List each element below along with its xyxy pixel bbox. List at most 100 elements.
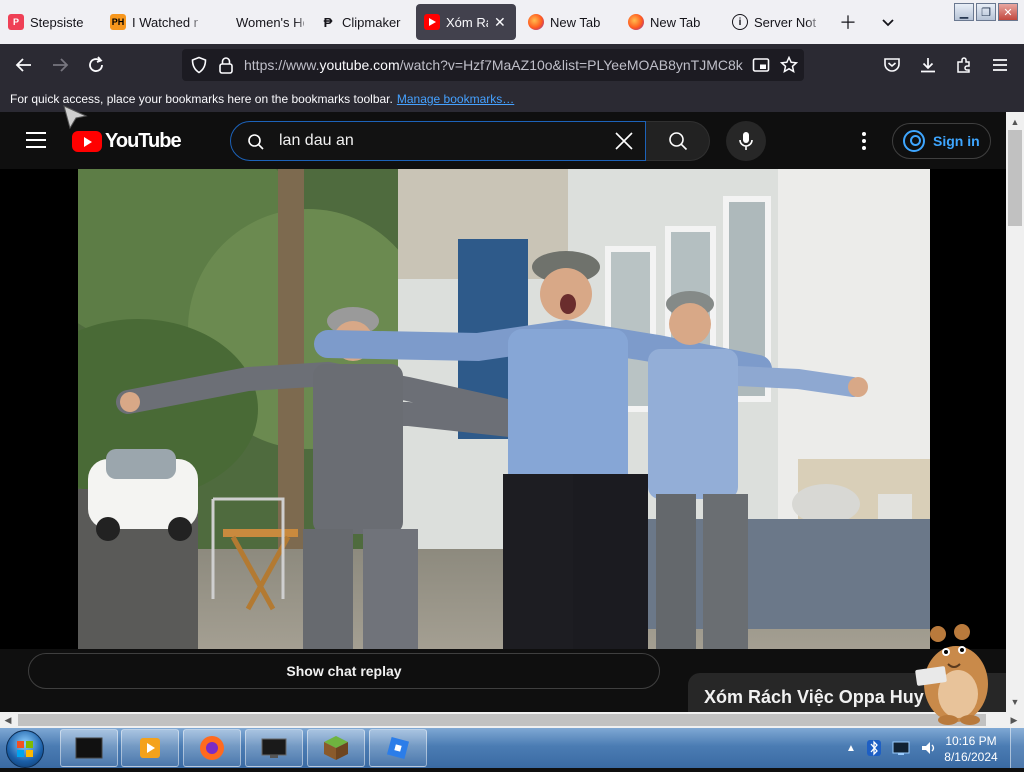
tab-title: Server Not F (754, 14, 816, 30)
taskbar-terminal-button[interactable] (60, 729, 118, 767)
tab-i-watched[interactable]: PH I Watched m (102, 4, 206, 40)
grass-block-icon (324, 736, 348, 760)
search-button[interactable] (646, 121, 710, 161)
minimize-button[interactable]: ▁ (954, 3, 974, 21)
reload-icon (89, 56, 103, 72)
info-icon: i (732, 14, 748, 30)
restore-button[interactable]: ❐ (976, 3, 996, 21)
roblox-icon (386, 736, 410, 760)
horizontal-scroll-thumb[interactable] (18, 714, 986, 726)
scroll-down-arrow-icon[interactable]: ▼ (1006, 694, 1024, 710)
pocket-icon: P (8, 14, 24, 30)
taskbar-clock[interactable]: 10:16 PM 8/16/2024 (940, 733, 1002, 765)
tab-clipmaker[interactable]: ₱ Clipmaker (312, 4, 416, 40)
shield-icon[interactable] (190, 56, 208, 74)
vertical-scrollbar[interactable]: ▲ ▼ (1006, 112, 1024, 712)
arrow-left-icon (15, 58, 31, 72)
tab-womens-health[interactable]: Women's Healt (206, 4, 312, 40)
monitor-icon (261, 738, 287, 758)
forward-button[interactable] (44, 49, 76, 81)
playlist-title: Xóm Rách Việc Oppa Huy (704, 687, 924, 707)
extensions-button[interactable] (948, 49, 980, 81)
star-bookmark-icon[interactable] (780, 56, 798, 74)
firefox-icon (200, 736, 224, 760)
picture-in-picture-icon[interactable] (752, 56, 770, 74)
plus-icon: ＋ (839, 13, 857, 33)
manage-bookmarks-link[interactable]: Manage bookmarks… (397, 92, 514, 106)
taskbar-firefox-button[interactable] (183, 729, 241, 767)
search-box[interactable]: lan dau an (230, 121, 646, 161)
settings-more-icon[interactable] (854, 130, 874, 152)
sign-in-label: Sign in (933, 133, 980, 149)
windows-logo-icon (17, 741, 33, 757)
url-prefix: https://www. (244, 57, 320, 73)
hamburger-menu-icon (993, 59, 1007, 71)
show-desktop-button[interactable] (1010, 728, 1024, 768)
volume-icon[interactable] (920, 740, 938, 756)
vertical-scroll-thumb[interactable] (1008, 130, 1022, 226)
downloads-button[interactable] (912, 49, 944, 81)
reload-button[interactable] (80, 49, 112, 81)
tab-server-not-found[interactable]: i Server Not F (724, 4, 824, 40)
horizontal-scrollbar[interactable]: ◀ ▶ (0, 712, 1024, 728)
account-icon (903, 130, 925, 152)
mouse-cursor-icon (63, 105, 88, 130)
voice-search-button[interactable] (726, 121, 766, 161)
search-icon (248, 134, 264, 150)
arrow-right-icon (53, 58, 69, 72)
network-icon[interactable] (892, 740, 910, 756)
close-tab-icon[interactable]: ✕ (494, 14, 506, 31)
clipmaker-icon: ₱ (323, 14, 333, 30)
lock-icon[interactable] (218, 56, 234, 74)
start-button[interactable] (6, 730, 44, 768)
taskbar-monitor-button[interactable] (245, 729, 303, 767)
download-icon (921, 58, 935, 73)
new-tab-button[interactable]: ＋ (834, 8, 862, 36)
search-icon (668, 132, 687, 151)
chevron-down-icon (882, 19, 894, 27)
sign-in-button[interactable]: Sign in (892, 123, 991, 159)
back-button[interactable] (8, 49, 40, 81)
microphone-icon (739, 132, 753, 150)
scroll-up-arrow-icon[interactable]: ▲ (1006, 114, 1024, 130)
tab-title: Stepsiste (30, 14, 84, 30)
taskbar-minecraft-button[interactable] (307, 729, 365, 767)
terminal-app-icon (75, 737, 103, 759)
pocket-save-icon (884, 58, 900, 72)
windows-taskbar: ▲ 10:16 PM 8/16/2024 (0, 728, 1024, 768)
youtube-logo[interactable]: YouTube (72, 130, 182, 153)
clock-date: 8/16/2024 (944, 750, 998, 764)
tab-stepsiste[interactable]: P Stepsiste (0, 4, 102, 40)
guide-menu-icon[interactable] (26, 132, 46, 148)
video-player-area (0, 169, 1006, 649)
tab-title: New Tab (550, 14, 601, 30)
search-input[interactable]: lan dau an (279, 132, 354, 150)
close-window-button[interactable]: ✕ (998, 3, 1018, 21)
pocket-button[interactable] (876, 49, 908, 81)
system-tray: ▲ (846, 728, 938, 768)
scroll-left-arrow-icon[interactable]: ◀ (0, 712, 16, 728)
taskbar-media-player-button[interactable] (121, 729, 179, 767)
tab-title: Clipmaker (342, 14, 401, 30)
navigation-toolbar: https://www.youtube.com/watch?v=Hzf7MaAZ… (0, 44, 1024, 86)
app-menu-button[interactable] (984, 49, 1016, 81)
tab-title: I Watched m (132, 14, 198, 30)
taskbar-roblox-button[interactable] (369, 729, 427, 767)
url-path: /watch?v=Hzf7MaAZ10o&list=PLYeeMOAB8ynTJ… (399, 57, 743, 73)
bluetooth-icon[interactable] (866, 739, 882, 757)
tab-new-tab-2[interactable]: New Tab (620, 4, 724, 40)
blank-page-icon (214, 14, 230, 30)
scroll-right-arrow-icon[interactable]: ▶ (1006, 712, 1022, 728)
clear-search-button[interactable] (609, 126, 639, 156)
url-bar[interactable]: https://www.youtube.com/watch?v=Hzf7MaAZ… (182, 49, 804, 81)
video-player[interactable] (78, 169, 930, 649)
tab-new-tab-1[interactable]: New Tab (516, 4, 620, 40)
list-all-tabs-button[interactable] (874, 8, 902, 36)
firefox-icon (528, 14, 544, 30)
chevron-up-icon[interactable]: ▲ (846, 743, 856, 754)
ph-icon: PH (110, 14, 126, 30)
url-text[interactable]: https://www.youtube.com/watch?v=Hzf7MaAZ… (244, 57, 744, 73)
tab-xom-rac[interactable]: Xóm Rác ✕ (416, 4, 516, 40)
show-chat-replay-button[interactable]: Show chat replay (28, 653, 660, 689)
youtube-wordmark: YouTube (105, 130, 182, 152)
